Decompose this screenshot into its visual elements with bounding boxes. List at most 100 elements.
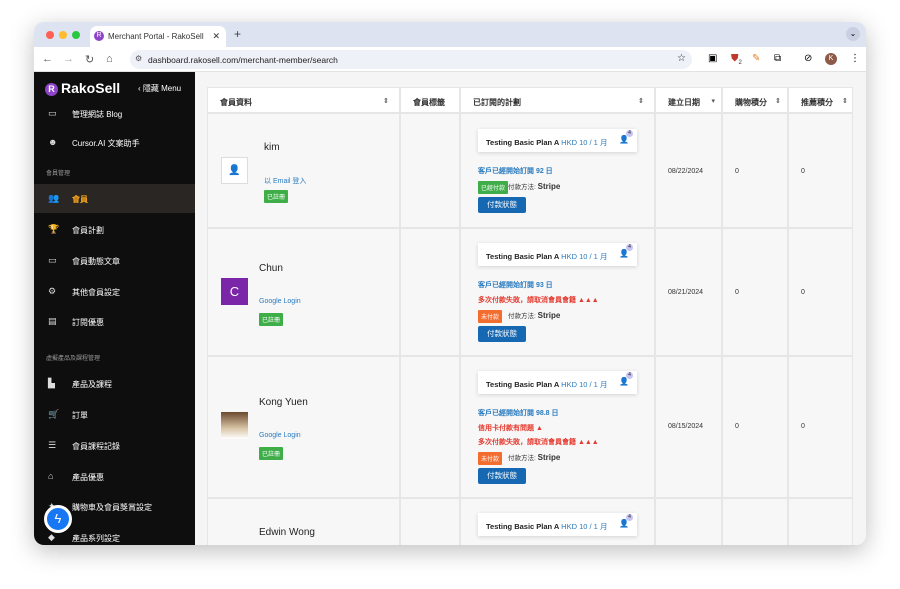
referral-points: 0 [801, 289, 805, 296]
close-window-button[interactable] [46, 31, 54, 39]
forward-icon[interactable]: → [63, 53, 74, 65]
section-products: 虛擬產品及課程管理 [46, 356, 101, 362]
header-created-date[interactable]: 建立日期 ▾ [655, 87, 722, 113]
subscriber-count: 4 [626, 372, 633, 379]
store-icon: ⌂ [48, 471, 54, 481]
subscription-days: 客戶已經開始訂閱 92 日 [478, 168, 553, 175]
status-badge: 已註冊 [259, 447, 284, 460]
avatar: C [221, 278, 248, 305]
sidebar: R RakoSell ‹ 隱藏 Menu ▭ 管理網誌 Blog ☻ Cursor.A… [34, 72, 195, 545]
extension-pen-icon[interactable]: ✎ [752, 53, 760, 64]
plan-card[interactable]: Testing Basic Plan A HKD 10 / 1 月 👤 4 [478, 513, 637, 536]
warning-icon: ▲▲▲ [577, 439, 599, 446]
sort-icon[interactable]: ⇕ [383, 97, 389, 105]
subscription-days: 客戶已經開始訂閱 93 日 [478, 282, 553, 289]
address-bar[interactable]: ⚙ dashboard.rakosell.com/merchant-member/… [130, 50, 692, 69]
tag-icon: ◆ [48, 532, 55, 542]
plan-card[interactable]: Testing Basic Plan A HKD 10 / 1 月 👤 4 [478, 129, 637, 152]
blog-icon: ▭ [48, 108, 57, 118]
status-badge: 已註冊 [259, 313, 284, 326]
sidebar-item-members[interactable]: 👥 會員 [34, 184, 195, 213]
sidebar-item-subscription-offers[interactable]: ▤ 訂閱優惠 [34, 307, 195, 336]
created-date: 08/15/2024 [668, 423, 704, 430]
login-method: 以 Email 登入 [264, 178, 307, 185]
member-name[interactable]: Kong Yuen [259, 397, 308, 408]
sort-desc-icon[interactable]: ▾ [711, 97, 715, 105]
tab-search-button[interactable]: ⌄ [846, 27, 860, 41]
shopping-points: 0 [735, 289, 739, 296]
profile-avatar[interactable]: K [825, 53, 837, 65]
subscription-days: 客戶已經開始訂閱 98.8 日 [478, 410, 559, 417]
sidebar-item-blog[interactable]: ▭ 管理網誌 Blog [34, 99, 195, 128]
extension-leaf-icon[interactable]: ⊘ [804, 53, 812, 64]
minimize-window-button[interactable] [59, 31, 67, 39]
plan-card[interactable]: Testing Basic Plan A HKD 10 / 1 月 👤 4 [478, 243, 637, 266]
header-member-info[interactable]: 會員資料 ⇕ [207, 87, 400, 113]
login-method: Google Login [259, 432, 301, 439]
created-date: 08/22/2024 [668, 168, 704, 175]
member-name[interactable]: Edwin Wong [259, 527, 315, 538]
member-name[interactable]: kim [264, 142, 280, 153]
browser-menu-icon[interactable]: ⋮ [850, 53, 860, 64]
sort-icon[interactable]: ⇕ [775, 97, 781, 105]
logo: R RakoSell [45, 80, 120, 96]
home-icon[interactable]: ⌂ [106, 53, 113, 65]
sidebar-item-member-plans[interactable]: 🏆 會員計劃 [34, 215, 195, 244]
sidebar-item-member-settings[interactable]: ⚙ 其他會員設定 [34, 277, 195, 306]
sidebar-item-course-records[interactable]: ☰ 會員課程記錄 [34, 431, 195, 460]
coupon-icon: ▤ [48, 316, 57, 326]
browser-window: R Merchant Portal - RakoSell ✕ + ⌄ ← → ↻ ⌂… [34, 22, 866, 545]
payment-status-button[interactable]: 付款狀態 [478, 468, 526, 484]
extension-shield-icon[interactable]: ⛊2 [731, 53, 742, 66]
close-tab-icon[interactable]: ✕ [212, 31, 220, 42]
payment-status-button[interactable]: 付款狀態 [478, 326, 526, 342]
rakosell-favicon: R [94, 31, 104, 41]
default-avatar-user-icon: 👤 [221, 157, 248, 184]
sort-icon[interactable]: ⇕ [842, 97, 848, 105]
warning-icon: ▲▲▲ [577, 297, 599, 304]
back-icon[interactable]: ← [42, 53, 53, 65]
tab-title: Merchant Portal - RakoSell [108, 32, 204, 41]
member-tags-cell [400, 113, 460, 228]
site-settings-icon[interactable]: ⚙ [135, 54, 142, 63]
sort-icon[interactable]: ⇕ [638, 97, 644, 105]
news-icon: ▭ [48, 255, 57, 265]
header-subscribed-plans[interactable]: 已訂閱的計劃 ⇕ [460, 87, 655, 113]
sidebar-item-cursor-ai[interactable]: ☻ Cursor.AI 文案助手 [34, 128, 195, 157]
header-shopping-points[interactable]: 購物積分 ⇕ [722, 87, 788, 113]
extensions-puzzle-icon[interactable]: ⧉ [774, 53, 781, 64]
plan-card[interactable]: Testing Basic Plan A HKD 10 / 1 月 👤 4 [478, 371, 637, 394]
payment-method: 付款方法: Stripe [508, 182, 561, 191]
sidebar-item-member-posts[interactable]: ▭ 會員動態文章 [34, 246, 195, 275]
sidebar-item-products[interactable]: ▙ 產品及課程 [34, 369, 195, 398]
hide-menu-button[interactable]: ‹ 隱藏 Menu [138, 83, 181, 94]
gear-icon: ⚙ [48, 286, 57, 296]
status-badge: 已註冊 [264, 190, 289, 203]
trophy-icon: 🏆 [48, 224, 60, 234]
cart-icon: 🛒 [48, 409, 60, 419]
shopping-points: 0 [735, 168, 739, 175]
login-method: Google Login [259, 298, 301, 305]
payment-status-button[interactable]: 付款狀態 [478, 197, 526, 213]
users-icon: 👥 [48, 193, 60, 203]
bookmark-star-icon[interactable]: ☆ [677, 53, 686, 64]
new-tab-button[interactable]: + [234, 27, 241, 41]
sidebar-item-orders[interactable]: 🛒 訂單 [34, 400, 195, 429]
referral-points: 0 [801, 168, 805, 175]
list-icon: ☰ [48, 440, 57, 450]
url-text: dashboard.rakosell.com/merchant-member/s… [148, 55, 338, 65]
browser-tab[interactable]: R Merchant Portal - RakoSell ✕ [90, 26, 226, 47]
robot-icon: ☻ [48, 137, 58, 147]
warning-icon: ▲ [535, 425, 543, 432]
messenger-chat-button[interactable]: ϟ [44, 505, 72, 533]
member-name[interactable]: Chun [259, 263, 283, 274]
payment-badge: 未付款 [478, 452, 503, 465]
payment-method: 付款方法: Stripe [508, 453, 561, 462]
header-referral-points[interactable]: 推薦積分 ⇕ [788, 87, 853, 113]
maximize-window-button[interactable] [72, 31, 80, 39]
section-member-management: 會員管理 [46, 171, 71, 177]
extension-icon[interactable]: ▣ [708, 53, 717, 64]
sidebar-item-product-offers[interactable]: ⌂ 產品優惠 [34, 462, 195, 491]
subscriber-count: 4 [626, 514, 633, 521]
reload-icon[interactable]: ↻ [85, 53, 94, 66]
